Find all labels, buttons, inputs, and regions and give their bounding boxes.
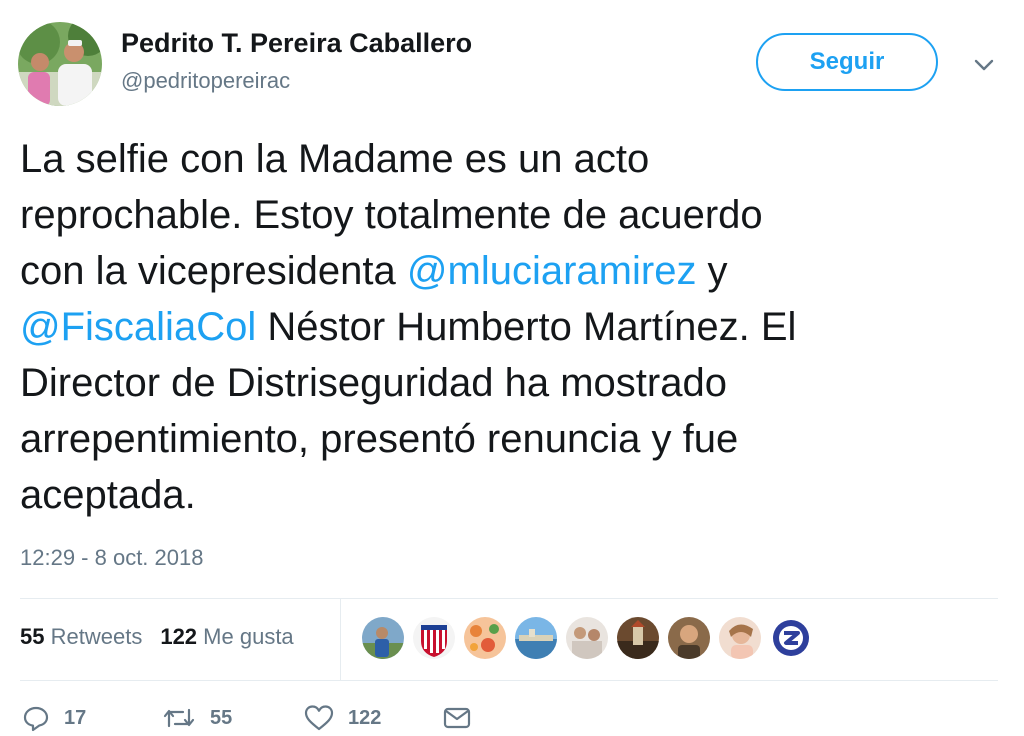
tweet-text-line: reprochable. Estoy totalmente de acuerdo — [20, 187, 980, 243]
tweet-text-line: Director de Distriseguridad ha mostrado — [20, 355, 980, 411]
likes-label: Me gusta — [203, 624, 294, 649]
tweet-text: La selfie con la Madame es un acto reproc… — [20, 131, 980, 523]
tweet-text-line: aceptada. — [20, 467, 980, 523]
liker-avatar-6[interactable] — [617, 617, 659, 659]
tweet-text-segment: con la vicepresidenta — [20, 249, 407, 293]
tweet-timestamp[interactable]: 12:29 - 8 oct. 2018 — [20, 545, 203, 571]
tweet-card: Pedrito T. Pereira Caballero @pedritoper… — [0, 0, 1024, 736]
tweet-text-line: con la vicepresidenta @mluciaramirez y — [20, 243, 980, 299]
retweet-button[interactable]: 55 — [162, 703, 232, 733]
divider — [20, 598, 998, 599]
tweet-text-segment: aceptada. — [20, 473, 196, 517]
reply-count: 17 — [64, 706, 87, 729]
tweet-text-segment: Director de Distriseguridad ha mostrado — [20, 361, 727, 405]
tweet-text-line: arrepentimiento, presentó renuncia y fue — [20, 411, 980, 467]
like-button[interactable]: 122 — [304, 703, 381, 733]
liker-avatar-7[interactable] — [668, 617, 710, 659]
retweets-label: Retweets — [50, 624, 143, 649]
tweet-text-segment: y — [696, 249, 728, 293]
reply-button[interactable]: 17 — [22, 703, 86, 733]
liker-avatar-8[interactable] — [719, 617, 761, 659]
likes-count: 122 — [160, 624, 198, 649]
liker-avatar-9[interactable] — [770, 617, 812, 659]
liker-avatar-2[interactable] — [413, 617, 455, 659]
liker-avatar-5[interactable] — [566, 617, 608, 659]
mention-link[interactable]: @mluciaramirez — [407, 249, 697, 293]
reply-icon — [23, 706, 49, 732]
author-name[interactable]: Pedrito T. Pereira Caballero — [121, 28, 472, 59]
tweet-text-segment: arrepentimiento, presentó renuncia y fue — [20, 417, 739, 461]
mention-link[interactable]: @FiscaliaCol — [20, 305, 256, 349]
liker-avatar-3[interactable] — [464, 617, 506, 659]
tweet-text-line: @FiscaliaCol Néstor Humberto Martínez. E… — [20, 299, 980, 355]
tweet-text-segment: reprochable. Estoy totalmente de acuerdo — [20, 193, 763, 237]
retweets-count: 55 — [20, 624, 45, 649]
tweet-stats: 55 Retweets 122 Me gusta — [20, 624, 294, 650]
divider — [20, 680, 998, 681]
chevron-down-icon[interactable] — [970, 54, 998, 76]
liker-avatar-1[interactable] — [362, 617, 404, 659]
liker-avatar-4[interactable] — [515, 617, 557, 659]
follow-button[interactable]: Seguir — [756, 33, 938, 91]
retweets-stat[interactable]: 55 Retweets — [20, 624, 142, 650]
tweet-text-line: La selfie con la Madame es un acto — [20, 131, 980, 187]
tweet-text-segment: Néstor Humberto Martínez. El — [256, 305, 797, 349]
envelope-icon — [443, 707, 471, 729]
liker-avatars — [362, 617, 812, 659]
likes-stat[interactable]: 122 Me gusta — [160, 624, 293, 650]
author-handle[interactable]: @pedritopereirac — [121, 68, 290, 94]
direct-message-button[interactable] — [442, 703, 472, 733]
stats-divider — [340, 599, 341, 680]
like-count: 122 — [348, 706, 382, 729]
heart-icon — [304, 705, 334, 731]
retweet-count: 55 — [210, 706, 233, 729]
retweet-icon — [163, 708, 195, 728]
avatar-photo-icon — [18, 22, 102, 106]
author-avatar[interactable] — [18, 22, 102, 106]
tweet-text-segment: La selfie con la Madame es un acto — [20, 137, 650, 181]
